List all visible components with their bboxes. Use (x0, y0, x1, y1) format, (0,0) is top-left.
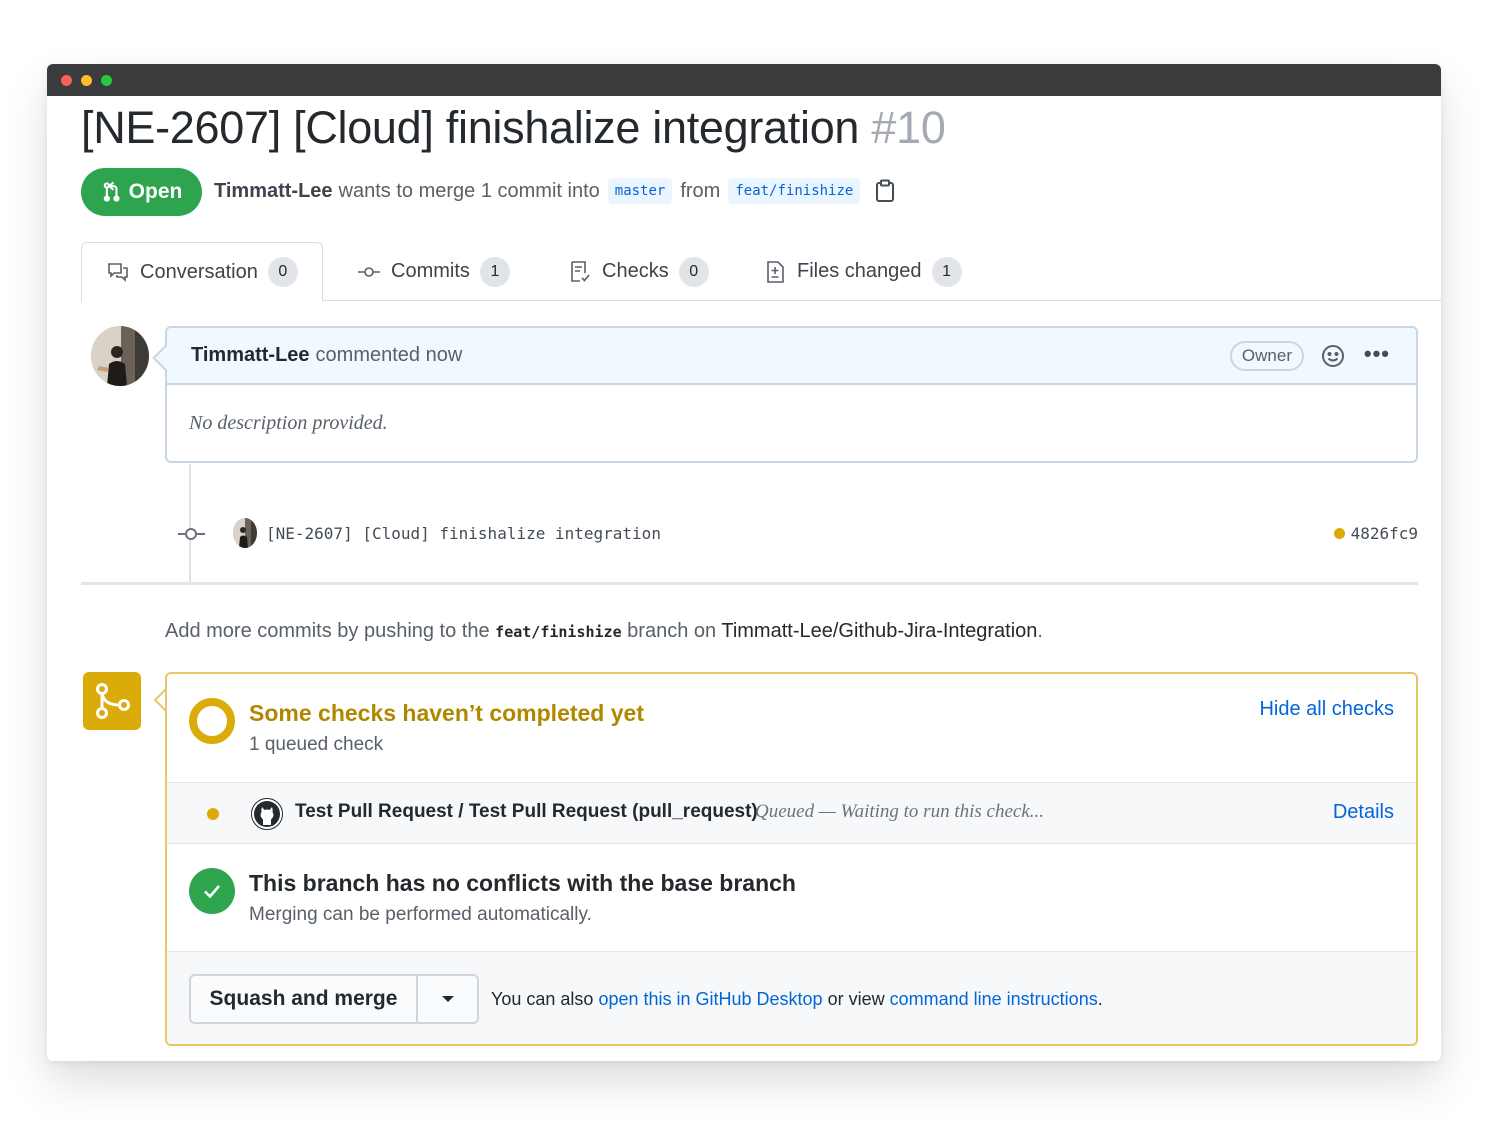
smiley-icon[interactable] (1320, 343, 1346, 369)
checklist-icon (571, 260, 590, 282)
merge-status-icon (83, 672, 141, 730)
pr-number: #10 (871, 102, 946, 153)
pr-meta: Timmatt-Lee wants to merge 1 commit into… (214, 178, 896, 204)
merge-alternatives: You can also open this in GitHub Desktop… (491, 989, 1103, 1010)
pr-page: [NE-2607] [Cloud] finishalize integratio… (47, 64, 1441, 1061)
git-commit-icon (358, 266, 380, 277)
tab-commits-count: 1 (479, 256, 510, 287)
comment-action: commented now (315, 344, 463, 366)
merge-actions: Squash and merge You can also open this … (167, 952, 1416, 1044)
owner-badge: Owner (1229, 341, 1304, 371)
tab-files-label: Files changed (797, 260, 922, 282)
base-branch[interactable]: master (607, 178, 673, 204)
comment-header: Timmatt-Lee commented now Owner ••• (167, 328, 1416, 385)
pr-tabs: Conversation 0 Commits 1 Checks 0 Files … (81, 242, 1441, 302)
commit-message-link[interactable]: [NE-2607] [Cloud] finishalize integratio… (266, 524, 661, 543)
head-branch[interactable]: feat/finishize (728, 178, 861, 204)
check-status: Queued — Waiting to run this check... (755, 801, 1045, 822)
comment-author[interactable]: Timmatt-Lee (191, 344, 310, 367)
avatar-photo (233, 518, 257, 548)
push-note-prefix: Add more commits by pushing to the (165, 620, 490, 642)
commit-sha-text[interactable]: 4826fc9 (1351, 524, 1418, 543)
push-note-repo[interactable]: Timmatt-Lee/Github-Jira-Integration (721, 620, 1037, 642)
check-name: Test Pull Request / Test Pull Request (p… (295, 801, 758, 822)
page-title: [NE-2607] [Cloud] finishalize integratio… (81, 102, 946, 154)
timeline-divider (81, 582, 1418, 585)
commit-author-avatar[interactable] (233, 518, 257, 548)
tab-conversation-label: Conversation (140, 260, 258, 283)
tab-conversation-count: 0 (267, 257, 298, 287)
checks-summary: Some checks haven’t completed yet 1 queu… (167, 674, 1416, 782)
pending-status-dot[interactable] (1333, 528, 1345, 539)
push-note-middle: branch on (627, 620, 717, 642)
conflicts-subtitle: Merging can be performed automatically. (249, 904, 592, 925)
push-note-suffix: . (1037, 620, 1043, 642)
conflicts-section: This branch has no conflicts with the ba… (167, 844, 1416, 952)
conflicts-title: This branch has no conflicts with the ba… (249, 870, 796, 896)
also-suffix: . (1097, 989, 1103, 1009)
also-prefix: You can also (491, 989, 594, 1009)
comment-discussion-icon (108, 263, 128, 282)
browser-window: [NE-2607] [Cloud] finishalize integratio… (47, 64, 1441, 1061)
git-commit-icon (178, 528, 205, 540)
or-view-text: or view (827, 989, 885, 1009)
comment-body: No description provided. (189, 412, 388, 434)
from-text: from (680, 179, 721, 202)
push-note-branch: feat/finishize (495, 623, 622, 641)
commit-sha[interactable]: 4826fc9 (1333, 524, 1418, 543)
copy-clipboard-icon[interactable] (874, 179, 896, 203)
tab-files-count: 1 (931, 256, 962, 287)
git-merge-icon (96, 683, 130, 719)
tab-commits[interactable]: Commits 1 (357, 242, 510, 301)
timeline-line (189, 464, 191, 582)
hide-checks-link[interactable]: Hide all checks (1259, 698, 1394, 721)
check-row: Test Pull Request / Test Pull Request (p… (167, 782, 1416, 844)
tab-checks[interactable]: Checks 0 (568, 242, 709, 301)
pr-state-label: Open (128, 180, 183, 203)
squash-and-merge-button[interactable]: Squash and merge (191, 976, 418, 1022)
pr-state-badge: Open (81, 168, 202, 216)
pr-title-text: [NE-2607] [Cloud] finishalize integratio… (81, 102, 860, 153)
tab-conversation[interactable]: Conversation 0 (81, 242, 323, 302)
tab-checks-count: 0 (678, 256, 709, 287)
command-line-link[interactable]: command line instructions (890, 989, 1098, 1009)
pr-author-link[interactable]: Timmatt-Lee (214, 180, 333, 203)
avatar[interactable] (91, 326, 149, 386)
avatar-photo (91, 326, 149, 386)
push-note: Add more commits by pushing to the feat/… (165, 620, 1043, 643)
tab-commits-label: Commits (391, 260, 470, 282)
checks-subtitle: 1 queued check (249, 734, 384, 755)
merge-method-dropdown[interactable] (418, 976, 477, 1022)
github-icon (251, 798, 283, 830)
merge-text: wants to merge 1 commit into (338, 179, 600, 202)
kebab-menu-icon[interactable]: ••• (1364, 341, 1390, 367)
merge-box: Some checks haven’t completed yet 1 queu… (165, 672, 1418, 1046)
queued-status-dot (207, 808, 219, 820)
tab-checks-label: Checks (602, 260, 669, 282)
pending-status-icon (189, 698, 235, 744)
checks-title: Some checks haven’t completed yet (249, 700, 644, 726)
git-pull-request-icon (103, 181, 120, 202)
tab-files-changed[interactable]: Files changed 1 (763, 242, 962, 301)
open-desktop-link[interactable]: open this in GitHub Desktop (598, 989, 822, 1009)
check-icon (204, 885, 220, 899)
success-status-icon (189, 868, 235, 914)
check-details-link[interactable]: Details (1333, 801, 1394, 824)
file-diff-icon (767, 260, 784, 283)
merge-button-group: Squash and merge (189, 974, 479, 1024)
caret-down-icon (441, 996, 454, 1002)
comment-box: Timmatt-Lee commented now Owner ••• No d… (152, 326, 1418, 463)
